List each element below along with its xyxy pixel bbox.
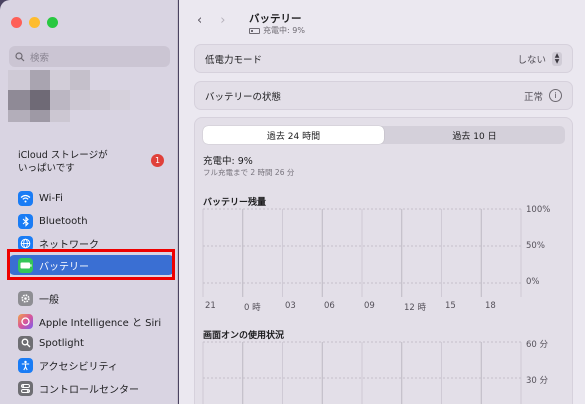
sidebar-item-battery[interactable]: バッテリー [9, 255, 174, 275]
x-tick-label: 18 [485, 301, 496, 311]
sidebar-item-general[interactable]: 一般 [9, 288, 174, 308]
search-icon [15, 51, 25, 61]
page-title: バッテリー [249, 13, 302, 25]
up-down-chevron-icon: ▲ ▼ [552, 51, 562, 66]
icloud-alert-line2: いっぱいです [18, 163, 75, 174]
sidebar-item-label: バッテリー [39, 261, 89, 273]
battery-health-row: バッテリーの状態 正常 i [194, 81, 573, 110]
settings-window: 検索 iCloud ストレージが いっぱいです 1 Wi-Fi Bluetoot… [0, 0, 585, 404]
battery-usage-charts [202, 208, 522, 404]
battery-health-status: 正常 i [524, 89, 562, 103]
x-tick-label: 12 時 [404, 303, 427, 313]
bluetooth-icon [18, 213, 33, 229]
low-power-mode-label: 低電力モード [205, 54, 263, 66]
sidebar-item-label: ネットワーク [39, 239, 99, 251]
x-tick-label: 06 [324, 301, 335, 311]
account-avatar-pixelated[interactable] [8, 70, 133, 122]
sidebar-item-label: Wi-Fi [39, 192, 63, 204]
usage-history-panel: 過去 24 時間 過去 10 日 充電中: 9% フル充電まで 2 時間 26 … [194, 117, 573, 404]
y-tick-label: 60 分 [526, 340, 549, 350]
battery-health-value: 正常 [523, 91, 543, 103]
y-tick-label: 30 分 [526, 376, 549, 386]
x-tick-label: 03 [285, 301, 296, 311]
battery-icon [18, 257, 33, 273]
info-icon[interactable]: i [549, 89, 562, 102]
y-tick-label: 0% [526, 277, 540, 287]
page-subtitle: 充電中: 9% [249, 25, 305, 36]
main-content: ‹ › バッテリー 充電中: 9% 低電力モード しない ▲ ▼ バッテリーの状態… [179, 0, 585, 404]
sidebar-item-control-center[interactable]: コントロールセンター [9, 378, 174, 398]
close-button[interactable] [11, 17, 22, 28]
back-chevron-icon[interactable]: ‹ [197, 13, 202, 28]
window-controls [11, 17, 58, 28]
zoom-button[interactable] [47, 17, 58, 28]
y-tick-label: 100% [526, 205, 551, 215]
y-tick-label: 50% [526, 241, 545, 251]
low-power-mode-select[interactable]: しない ▲ ▼ [517, 51, 562, 66]
sidebar-item-spotlight[interactable]: Spotlight [9, 333, 174, 353]
sidebar-item-label: アクセシビリティ [39, 361, 118, 373]
history-navigation: ‹ › [197, 13, 225, 28]
sidebar-item-apple-intelligence-siri[interactable]: Apple Intelligence と Siri [9, 311, 174, 331]
accessibility-icon [18, 357, 33, 373]
screen-on-usage-chart-title: 画面オンの使用状況 [203, 331, 285, 341]
charging-status-text: 充電中: 9% [263, 26, 305, 35]
sidebar-item-label: Apple Intelligence と Siri [39, 317, 162, 329]
search-placeholder: 検索 [30, 52, 50, 64]
sidebar-item-accessibility[interactable]: アクセシビリティ [9, 355, 174, 375]
sidebar: 検索 iCloud ストレージが いっぱいです 1 Wi-Fi Bluetoot… [0, 0, 178, 404]
x-tick-label: 21 [205, 301, 216, 311]
battery-health-label: バッテリーの状態 [205, 91, 282, 103]
gear-icon [18, 290, 33, 306]
x-tick-label: 15 [445, 301, 456, 311]
control-center-icon [18, 380, 33, 396]
sidebar-item-label: Spotlight [39, 337, 84, 349]
icloud-alert-line1: iCloud ストレージが [18, 150, 108, 161]
sidebar-item-label: コントロールセンター [39, 384, 139, 396]
sidebar-item-label: 一般 [39, 294, 59, 306]
low-power-mode-row: 低電力モード しない ▲ ▼ [194, 44, 573, 73]
low-power-mode-value: しない [517, 54, 546, 66]
x-tick-label: 09 [364, 301, 375, 311]
battery-status-icon [249, 27, 260, 34]
wifi-icon [18, 190, 33, 206]
search-field[interactable]: 検索 [9, 46, 170, 67]
sidebar-item-label: Bluetooth [39, 215, 88, 227]
sidebar-item-network[interactable]: ネットワーク [9, 233, 174, 253]
minimize-button[interactable] [29, 17, 40, 28]
icloud-storage-alert[interactable]: iCloud ストレージが いっぱいです [18, 149, 143, 175]
siri-icon [18, 313, 33, 329]
sidebar-item-wifi[interactable]: Wi-Fi [9, 188, 174, 208]
notification-badge: 1 [151, 154, 164, 167]
x-tick-label: 0 時 [244, 303, 261, 313]
sidebar-item-bluetooth[interactable]: Bluetooth [9, 211, 174, 231]
spotlight-icon [18, 335, 33, 351]
forward-chevron-icon[interactable]: › [220, 13, 225, 28]
globe-icon [18, 235, 33, 251]
